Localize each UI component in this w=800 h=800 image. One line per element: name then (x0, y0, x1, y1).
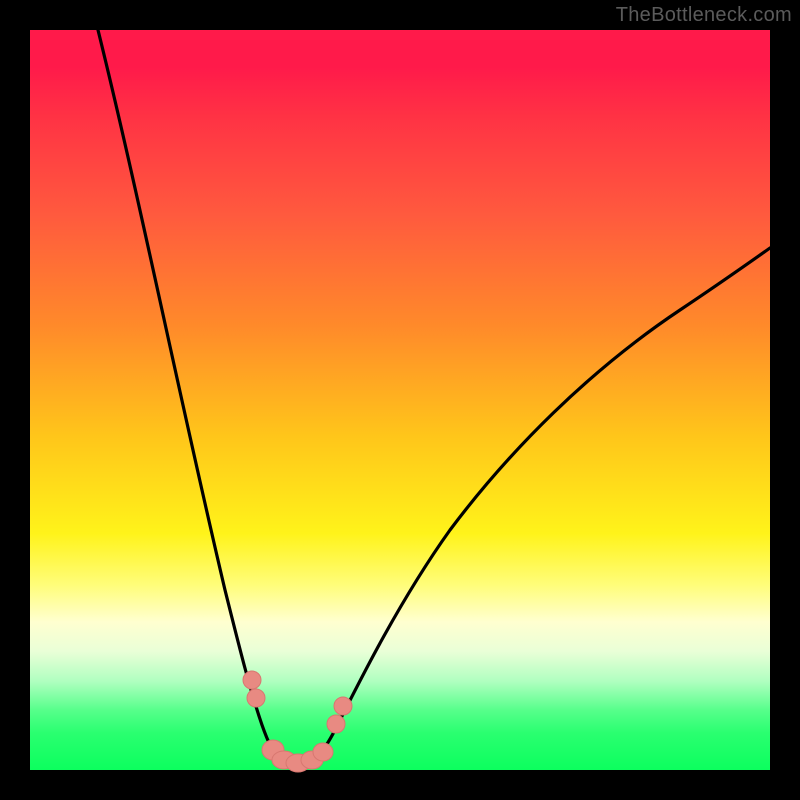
bottleneck-chart (30, 30, 770, 770)
bottleneck-curve (98, 30, 770, 766)
marker-dot (243, 671, 261, 689)
watermark-text: TheBottleneck.com (616, 4, 792, 27)
outer-frame: TheBottleneck.com (0, 0, 800, 800)
marker-dot (327, 715, 345, 733)
marker-dot (313, 743, 333, 761)
marker-dot (247, 689, 265, 707)
marker-dot (334, 697, 352, 715)
